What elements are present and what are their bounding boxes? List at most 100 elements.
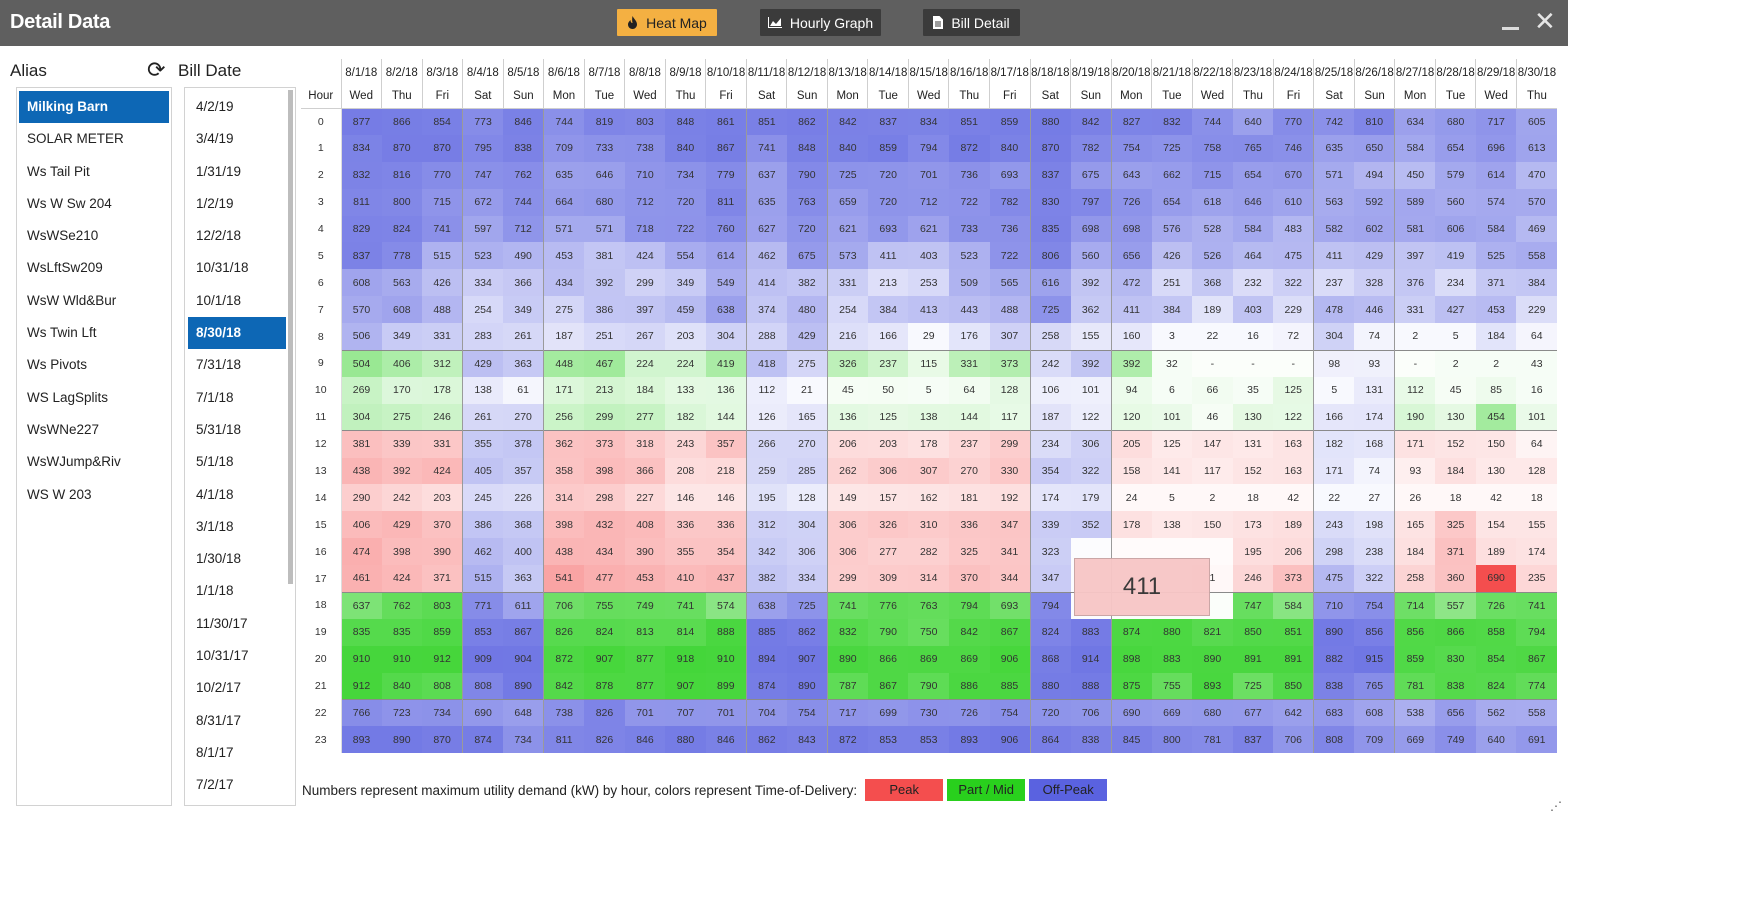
refresh-icon[interactable]: ⟳	[147, 57, 165, 83]
heat-cell[interactable]: 275	[543, 296, 585, 324]
heat-cell[interactable]: 408	[624, 511, 666, 539]
heat-cell[interactable]: 654	[1232, 161, 1274, 189]
heat-cell[interactable]: 203	[665, 323, 706, 351]
heat-cell[interactable]: 691	[1516, 726, 1557, 754]
heat-cell[interactable]: 683	[1313, 699, 1355, 727]
heat-cell[interactable]: 184	[1394, 538, 1436, 566]
bill-date-item[interactable]: 10/31/18	[188, 252, 286, 284]
heat-cell[interactable]: 890	[381, 726, 423, 754]
heat-cell[interactable]: 419	[705, 349, 747, 377]
heat-cell[interactable]: 101	[1516, 403, 1557, 431]
heat-cell[interactable]: 794	[1029, 591, 1071, 619]
heat-cell[interactable]: 722	[665, 215, 706, 243]
heat-cell[interactable]: 419	[1435, 242, 1476, 270]
heat-cell[interactable]: 190	[1394, 403, 1436, 431]
heat-cell[interactable]: 874	[745, 672, 787, 700]
heat-cell[interactable]: 424	[381, 565, 423, 593]
heat-cell[interactable]: 336	[705, 511, 747, 539]
heat-cell[interactable]: 181	[948, 484, 990, 512]
heat-cell[interactable]: 368	[1192, 269, 1233, 297]
heat-cell[interactable]: 741	[422, 215, 463, 243]
heat-cell[interactable]: 597	[462, 215, 504, 243]
resize-grip-icon[interactable]: ⋰	[1550, 799, 1562, 813]
heat-cell[interactable]: 870	[381, 134, 423, 162]
heat-cell[interactable]: 693	[989, 591, 1031, 619]
heat-cell[interactable]: 910	[381, 645, 423, 673]
heat-cell[interactable]: 256	[543, 403, 585, 431]
heat-cell[interactable]: 216	[826, 323, 868, 351]
heat-cell[interactable]: 370	[422, 511, 463, 539]
heat-cell[interactable]: 261	[462, 403, 504, 431]
heat-cell[interactable]: 277	[624, 403, 666, 431]
heat-cell[interactable]: 386	[584, 296, 625, 324]
heat-cell[interactable]: 176	[948, 323, 990, 351]
bill-date-item[interactable]: 7/31/18	[188, 349, 286, 381]
heat-cell[interactable]: 474	[341, 538, 382, 566]
heat-cell[interactable]: 701	[908, 161, 949, 189]
heat-cell[interactable]: 267	[624, 323, 666, 351]
heat-cell[interactable]: 765	[1232, 134, 1274, 162]
heat-cell[interactable]: 42	[1273, 484, 1314, 512]
heat-cell[interactable]: 251	[584, 323, 625, 351]
heat-cell[interactable]: 856	[1354, 618, 1395, 646]
heat-cell[interactable]: 237	[1313, 269, 1355, 297]
heat-cell[interactable]: 18	[1516, 484, 1557, 512]
heat-cell[interactable]: 648	[503, 699, 544, 727]
heat-cell[interactable]: 208	[665, 457, 706, 485]
heat-cell[interactable]: 706	[543, 591, 585, 619]
heat-cell[interactable]: 638	[745, 591, 787, 619]
heat-cell[interactable]: 618	[1192, 188, 1233, 216]
heat-cell[interactable]: 174	[1516, 538, 1557, 566]
heat-cell[interactable]: 325	[948, 538, 990, 566]
heat-cell[interactable]: 862	[745, 726, 787, 754]
heat-cell[interactable]: 910	[341, 645, 382, 673]
heat-cell[interactable]: 306	[1070, 430, 1112, 458]
heat-cell[interactable]: 733	[584, 134, 625, 162]
heat-cell[interactable]: 715	[422, 188, 463, 216]
heat-cell[interactable]: 821	[1192, 618, 1233, 646]
heat-cell[interactable]: 854	[1475, 645, 1517, 673]
heat-cell[interactable]: 72	[1273, 323, 1314, 351]
heat-cell[interactable]: 469	[1516, 215, 1557, 243]
heat-cell[interactable]: 781	[1192, 726, 1233, 754]
heat-cell[interactable]: 838	[503, 134, 544, 162]
alias-item[interactable]: WsWNe227	[19, 414, 169, 446]
heat-cell[interactable]: 867	[503, 618, 544, 646]
bill-date-item[interactable]: 10/2/17	[188, 672, 286, 704]
heat-cell[interactable]: 680	[1192, 699, 1233, 727]
bill-list-scrollbar[interactable]	[288, 90, 293, 584]
heat-cell[interactable]: 165	[786, 403, 828, 431]
heat-cell[interactable]: 411	[1110, 296, 1152, 324]
alias-item[interactable]: Ws W Sw 204	[19, 188, 169, 220]
heat-cell[interactable]: 411	[867, 242, 909, 270]
heat-cell[interactable]: 614	[705, 242, 747, 270]
heat-cell[interactable]: 776	[867, 591, 909, 619]
heat-cell[interactable]: 883	[1070, 618, 1112, 646]
heat-cell[interactable]: 709	[543, 134, 585, 162]
heat-cell[interactable]: 706	[1070, 699, 1112, 727]
heat-cell[interactable]: 864	[1029, 726, 1071, 754]
heat-cell[interactable]: 573	[826, 242, 868, 270]
heat-cell[interactable]: 621	[908, 215, 949, 243]
heat-cell[interactable]: 613	[1516, 134, 1557, 162]
heat-cell[interactable]: 429	[381, 511, 423, 539]
heat-cell[interactable]: 893	[1192, 672, 1233, 700]
heat-cell[interactable]: 722	[989, 242, 1031, 270]
heat-cell[interactable]: 824	[1475, 672, 1517, 700]
heat-cell[interactable]: 726	[1475, 591, 1517, 619]
bill-date-item[interactable]: 1/2/19	[188, 188, 286, 220]
heat-cell[interactable]: 637	[341, 591, 382, 619]
heat-cell[interactable]: 883	[1151, 645, 1193, 673]
heat-cell[interactable]: 243	[665, 430, 706, 458]
bill-date-item[interactable]: 11/30/17	[188, 608, 286, 640]
heat-cell[interactable]: 794	[908, 134, 949, 162]
alias-item[interactable]: WsW Wld&Bur	[19, 285, 169, 317]
heat-cell[interactable]: 392	[584, 269, 625, 297]
heat-cell[interactable]: 163	[1273, 457, 1314, 485]
heat-cell[interactable]: 470	[1516, 161, 1557, 189]
heat-cell[interactable]: 723	[381, 699, 423, 727]
heat-cell[interactable]: 206	[1273, 538, 1314, 566]
heat-cell[interactable]: 184	[1435, 457, 1476, 485]
heat-cell[interactable]: 614	[1475, 161, 1517, 189]
heat-cell[interactable]: 867	[989, 618, 1031, 646]
